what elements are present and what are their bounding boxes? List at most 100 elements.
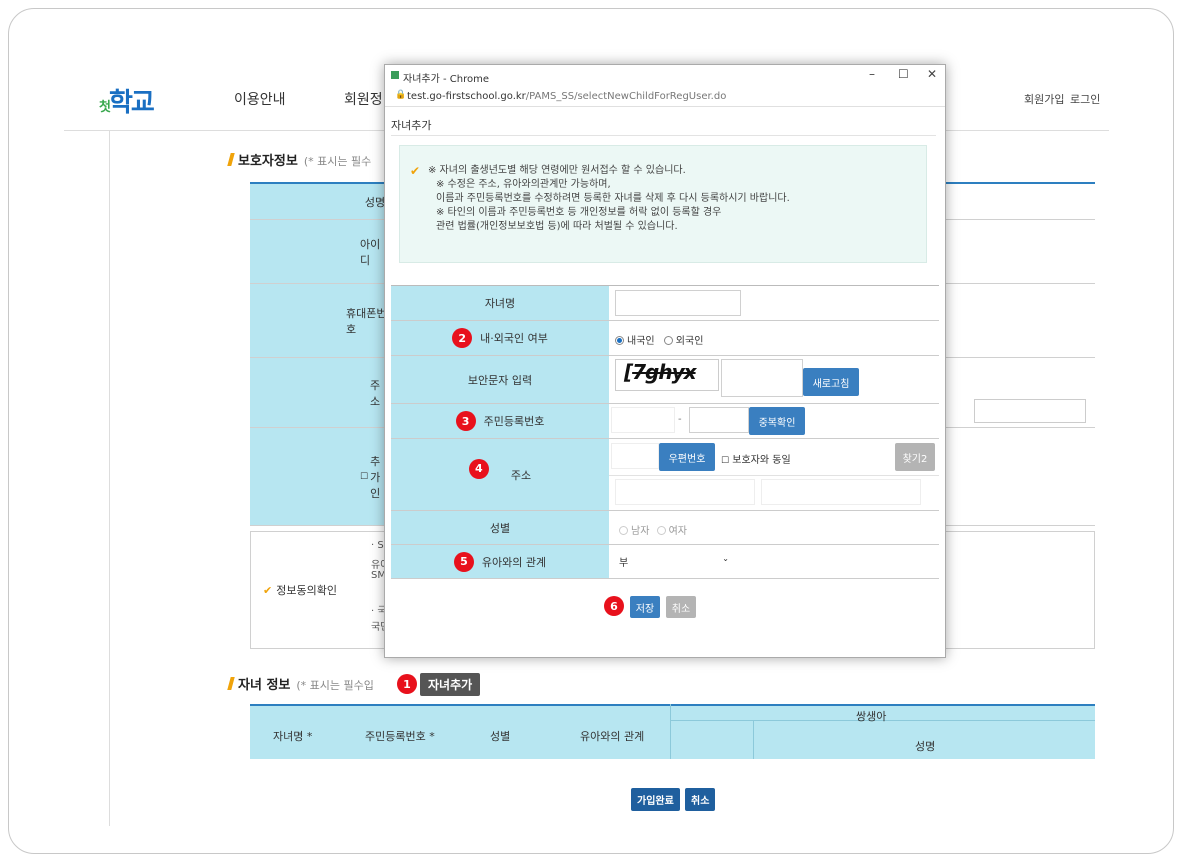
form-row-relation: 5 유아와의 관계 부 ⌄ [391, 545, 939, 579]
col-twins: 쌍생아 [856, 710, 887, 723]
add-child-button[interactable]: 자녀추가 [420, 673, 481, 696]
step-badge-1: 1 [397, 674, 417, 694]
popup-window-title: 자녀추가 - Chrome [403, 74, 489, 85]
notice-line: ※ 타인의 이름과 주민등록번호 등 개인정보를 허락 없이 등록할 경우 [436, 207, 722, 218]
logo-prefix: 첫 [99, 100, 111, 115]
checkbox-icon[interactable]: ☐ [360, 472, 368, 482]
guardian-address-input[interactable] [974, 399, 1086, 423]
radio-domestic[interactable] [615, 336, 624, 345]
rrn-back-input[interactable] [689, 407, 749, 433]
chrome-window-icon [391, 71, 399, 79]
signup-link[interactable]: 회원가입 [1024, 91, 1064, 107]
form-label-address: 4 주소 [391, 439, 609, 510]
divider [609, 475, 939, 476]
form-row-captcha: 보안문자 입력 [7ghyx 새로고침 [391, 356, 939, 404]
save-button[interactable]: 저장 [630, 596, 660, 618]
login-link[interactable]: 로그인 [1070, 91, 1100, 107]
radio-female-label: 여자 [668, 526, 687, 537]
captcha-input[interactable] [721, 359, 803, 397]
form-cell-relation: 부 ⌄ [609, 545, 939, 578]
radio-female[interactable] [656, 526, 666, 535]
form-cell-nationality: 내국인 외국인 [609, 321, 939, 355]
guardian-required-note: (* 표시는 필수 [303, 155, 372, 168]
check-icon: ✔ [410, 164, 421, 178]
popup-address-bar[interactable]: 🔒 test.go-firstschool.go.kr/PAMS_SS/sele… [385, 87, 945, 107]
step-badge-3: 3 [455, 411, 476, 431]
form-row-rrn: 3 주민등록번호 - 중복확인 [391, 404, 939, 439]
col-relation: 유아와의 관계 [580, 730, 645, 743]
captcha-text: 7ghyx [632, 360, 696, 384]
minimize-icon[interactable]: – [869, 67, 875, 81]
notice-box: ✔ ※ 자녀의 출생년도별 해당 연령에만 원서접수 할 수 있습니다. ※ 수… [399, 145, 927, 263]
radio-male[interactable] [619, 526, 628, 535]
guardian-th-address: 주소 [250, 358, 390, 427]
section-bar-icon [227, 153, 235, 166]
col-rrn: 주민등록번호 * [365, 730, 435, 743]
add-child-popup: 자녀추가 - Chrome – ☐ ✕ 🔒 test.go-firstschoo… [384, 64, 946, 658]
site-logo[interactable]: 첫학교 [99, 82, 155, 119]
guardian-th-phone: 휴대폰번호 [250, 284, 390, 357]
form-label-nationality: 2 내·외국인 여부 [391, 321, 609, 355]
child-table-header: 자녀명 * 주민등록번호 * 성별 유아와의 관계 쌍생아 성명 [250, 704, 1095, 759]
child-name-input[interactable] [615, 290, 741, 316]
form-cell-captcha: [7ghyx 새로고침 [609, 356, 939, 403]
nav-item-guide[interactable]: 이용안내 [234, 89, 286, 109]
same-as-guardian-check[interactable]: ☐ 보호자와 동일 [721, 451, 791, 466]
rrn-front-input[interactable] [611, 407, 675, 433]
gender-radio-group: 남자 여자 [619, 522, 687, 537]
notice-line: 이름과 주민등록번호를 수정하려면 등록한 자녀를 삭제 후 다시 등록하시기 … [436, 193, 790, 204]
guardian-section-title: 보호자정보 (* 표시는 필수 [227, 150, 372, 169]
rrn-dash: - [678, 414, 682, 425]
find-address-button[interactable]: 찾기2 [895, 443, 935, 471]
form-label-captcha: 보안문자 입력 [391, 356, 609, 403]
radio-foreign[interactable] [663, 336, 673, 345]
form-row-name: 자녀명 [391, 286, 939, 321]
col-gender: 성별 [490, 730, 511, 743]
form-label-gender: 성별 [391, 511, 609, 544]
address-line1-input[interactable] [615, 479, 755, 505]
submit-button[interactable]: 가입완료 [631, 788, 680, 811]
radio-domestic-label: 내국인 [627, 336, 655, 347]
checkbox-icon[interactable]: ☐ [721, 456, 729, 466]
step-badge-4: 4 [468, 458, 489, 479]
child-section-title: 자녀 정보 (* 표시는 필수입 [227, 674, 374, 693]
maximize-icon[interactable]: ☐ [898, 67, 909, 81]
captcha-refresh-button[interactable]: 새로고침 [803, 368, 859, 396]
address-label-text: 주소 [510, 468, 532, 482]
guardian-th-id: 아이디 [250, 220, 390, 283]
popup-heading: 자녀추가 [391, 119, 432, 132]
lock-icon: 🔒 [395, 90, 407, 100]
zipcode-button[interactable]: 우편번호 [659, 443, 715, 471]
captcha-prefix: [ [624, 360, 633, 384]
notice-line: ※ 수정은 주소, 유아와의관계만 가능하며, [436, 179, 611, 190]
consent-label-text: 정보동의확인 [276, 584, 337, 597]
divider [670, 704, 671, 759]
rrn-label-text: 주민등록번호 [483, 415, 545, 428]
form-row-address: 4 주소 우편번호 ☐ 보호자와 동일 찾기2 [391, 439, 939, 511]
radio-male-label: 남자 [631, 526, 650, 537]
divider [753, 720, 754, 759]
close-icon[interactable]: ✕ [927, 67, 937, 81]
form-cell-address: 우편번호 ☐ 보호자와 동일 찾기2 [609, 439, 939, 510]
col-twin-name: 성명 [915, 740, 936, 753]
duplicate-check-button[interactable]: 중복확인 [749, 407, 805, 435]
col-child-name: 자녀명 * [273, 730, 313, 743]
relation-select[interactable]: 부 ⌄ [615, 549, 735, 573]
cancel-button[interactable]: 취소 [685, 788, 716, 811]
form-label-relation: 5 유아와의 관계 [391, 545, 609, 578]
guardian-th-name: 성명 [250, 184, 390, 219]
relation-label-text: 유아와의 관계 [481, 555, 547, 569]
zipcode-input[interactable] [611, 443, 659, 469]
left-divider [109, 130, 110, 826]
same-as-guardian-label: 보호자와 동일 [732, 455, 791, 466]
section-bar-icon [227, 677, 235, 690]
nav-item-member[interactable]: 회원정 [344, 89, 383, 109]
child-form: 자녀명 2 내·외국인 여부 내국인 외국인 보안문자 입력 [7ghyx 새로고… [391, 285, 939, 579]
form-cell-rrn: - 중복확인 [609, 404, 939, 438]
address-line2-input[interactable] [761, 479, 921, 505]
notice-line: 관련 법률(개인정보보호법 등)에 따라 처벌될 수 있습니다. [436, 221, 678, 232]
consent-label: ✔ 정보동의확인 [263, 582, 337, 598]
child-required-note: (* 표시는 필수입 [296, 679, 374, 692]
form-cell-name [609, 286, 939, 320]
popup-cancel-button[interactable]: 취소 [666, 596, 696, 618]
